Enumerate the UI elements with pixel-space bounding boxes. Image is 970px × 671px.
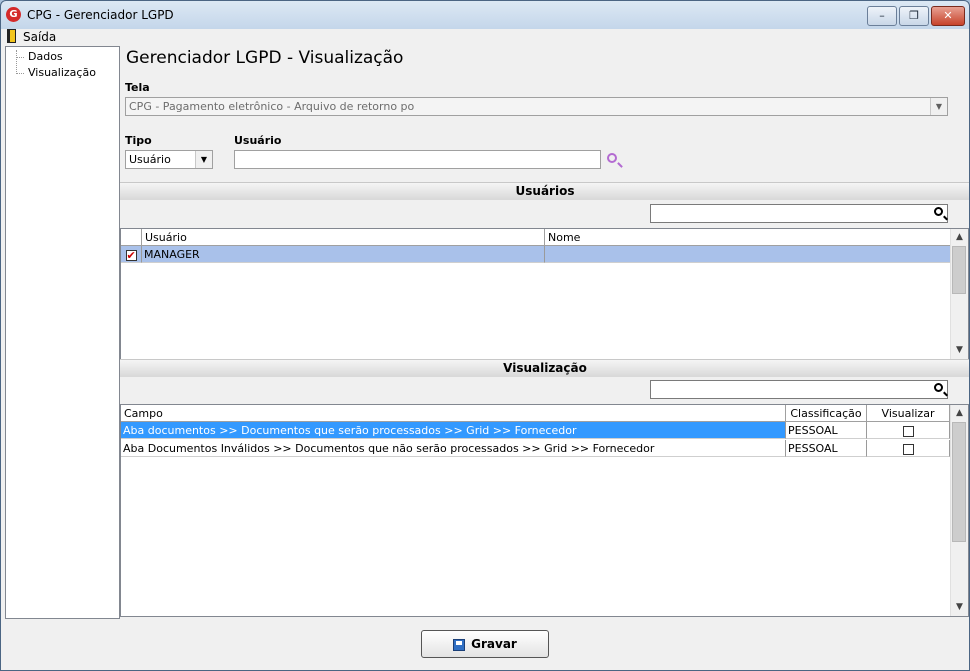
tree-branch <box>16 57 24 58</box>
table-row-campo[interactable]: Aba Documentos Inválidos >> Documentos q… <box>121 440 786 457</box>
scroll-down-icon[interactable]: ▼ <box>951 342 968 359</box>
tree-branch <box>16 73 24 74</box>
grid-header-nome[interactable]: Nome <box>545 229 951 246</box>
table-row-visualizar[interactable] <box>867 440 950 457</box>
chevron-down-icon[interactable]: ▼ <box>930 98 947 115</box>
usuarios-section-header: Usuários <box>120 182 969 200</box>
visualizar-checkbox[interactable] <box>902 425 914 437</box>
tipo-label: Tipo <box>125 134 152 147</box>
usuarios-grid: Usuário Nome MANAGER ▲ ▼ <box>120 228 969 360</box>
visualizacao-filter-input[interactable] <box>650 380 948 399</box>
table-row-check[interactable] <box>121 246 142 263</box>
maximize-button[interactable]: ❐ <box>899 6 929 26</box>
save-label: Gravar <box>471 637 517 651</box>
grid-header-usuario[interactable]: Usuário <box>142 229 545 246</box>
grid-header-check <box>121 229 142 246</box>
tipo-select[interactable]: Usuário ▼ <box>125 150 213 169</box>
tree-connector <box>16 50 17 74</box>
nav-item-visualizacao[interactable]: Visualização <box>28 66 96 79</box>
scroll-thumb[interactable] <box>952 246 966 294</box>
tela-value: CPG - Pagamento eletrônico - Arquivo de … <box>129 100 415 113</box>
title-bar: G CPG - Gerenciador LGPD – ❐ ✕ <box>1 1 969 29</box>
nav-item-dados[interactable]: Dados <box>28 50 63 63</box>
window-title: CPG - Gerenciador LGPD <box>27 8 174 22</box>
table-row-nome[interactable] <box>545 246 951 263</box>
search-icon[interactable] <box>607 153 617 163</box>
visualizacao-scrollbar[interactable]: ▲ ▼ <box>950 405 968 616</box>
table-row-classificacao[interactable]: PESSOAL <box>786 440 867 457</box>
menu-bar: Saída <box>1 29 969 45</box>
chevron-down-icon[interactable]: ▼ <box>195 151 212 168</box>
menu-exit[interactable]: Saída <box>23 30 56 44</box>
close-button[interactable]: ✕ <box>931 6 965 26</box>
table-row-usuario[interactable]: MANAGER <box>142 246 545 263</box>
table-row-campo[interactable]: Aba documentos >> Documentos que serão p… <box>121 422 786 439</box>
usuarios-filter-input[interactable] <box>650 204 948 223</box>
scroll-down-icon[interactable]: ▼ <box>951 599 968 616</box>
scroll-up-icon[interactable]: ▲ <box>951 229 968 246</box>
content-panel: Gerenciador LGPD - Visualização Tela CPG… <box>119 46 969 626</box>
main-window: G CPG - Gerenciador LGPD – ❐ ✕ Saída Dad… <box>0 0 970 671</box>
scroll-up-icon[interactable]: ▲ <box>951 405 968 422</box>
usuario-label: Usuário <box>234 134 282 147</box>
page-title: Gerenciador LGPD - Visualização <box>126 48 404 68</box>
tipo-value: Usuário <box>129 153 171 166</box>
exit-door-icon[interactable] <box>7 29 16 43</box>
visualizacao-grid: Campo Classificação Visualizar Aba docum… <box>120 404 969 617</box>
tela-select[interactable]: CPG - Pagamento eletrônico - Arquivo de … <box>125 97 948 116</box>
search-icon[interactable] <box>934 383 943 392</box>
save-button[interactable]: Gravar <box>421 630 549 658</box>
grid-header-campo[interactable]: Campo <box>121 405 786 422</box>
search-icon[interactable] <box>934 207 943 216</box>
table-row-classificacao[interactable]: PESSOAL <box>786 422 867 439</box>
usuario-input[interactable] <box>234 150 601 169</box>
grid-header-visualizar[interactable]: Visualizar <box>867 405 950 422</box>
usuarios-scrollbar[interactable]: ▲ ▼ <box>950 229 968 359</box>
floppy-disk-icon <box>453 638 466 651</box>
app-logo-icon: G <box>6 7 21 22</box>
minimize-button[interactable]: – <box>867 6 897 26</box>
tela-label: Tela <box>125 81 150 94</box>
table-row-visualizar[interactable] <box>867 422 950 439</box>
visualizar-checkbox[interactable] <box>902 443 914 455</box>
navigation-tree: Dados Visualização <box>5 46 120 619</box>
visualizacao-section-header: Visualização <box>120 359 969 377</box>
row-checkbox[interactable] <box>125 247 137 262</box>
scroll-thumb[interactable] <box>952 422 966 542</box>
grid-header-classificacao[interactable]: Classificação <box>786 405 867 422</box>
